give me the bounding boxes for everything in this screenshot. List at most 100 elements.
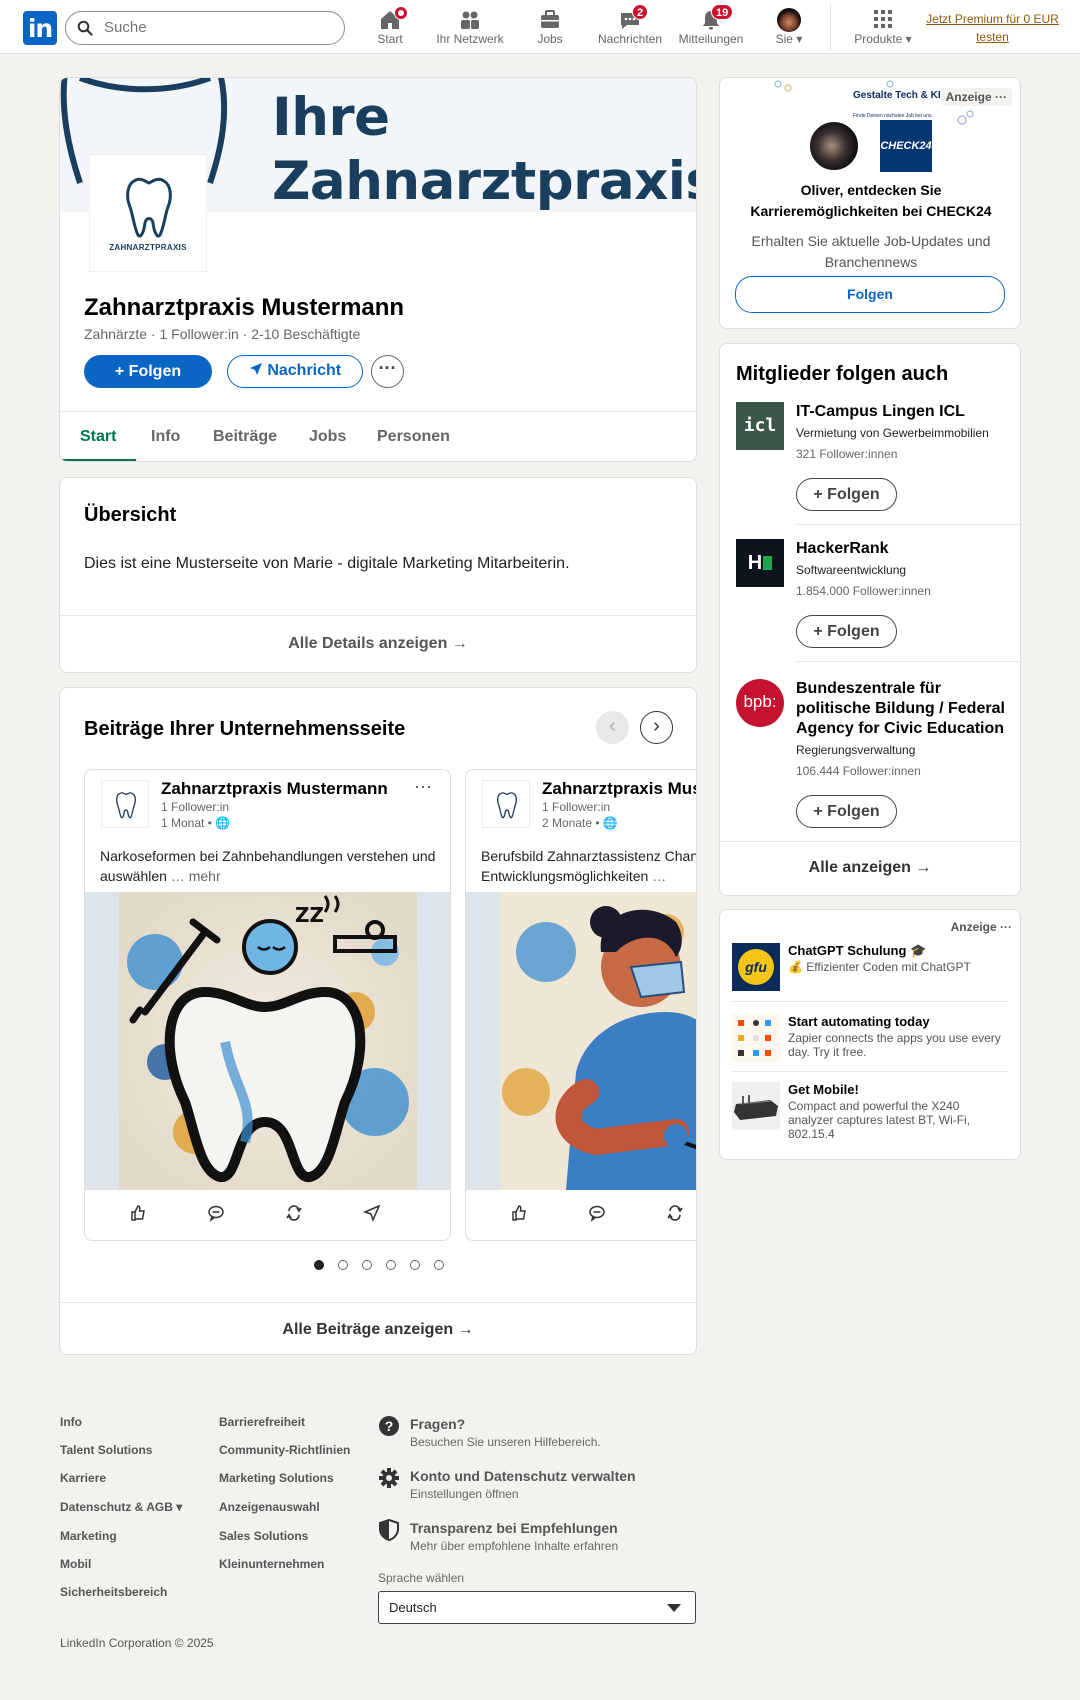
linkedin-logo[interactable]: in xyxy=(23,11,57,45)
copyright: LinkedIn Corporation © 2025 xyxy=(60,1636,214,1650)
footer-link[interactable]: Datenschutz & AGB xyxy=(60,1500,173,1514)
footer-link[interactable]: Kleinunternehmen xyxy=(219,1557,324,1571)
carousel-dot[interactable] xyxy=(434,1260,444,1270)
show-all-link[interactable]: Alle anzeigen → xyxy=(720,859,1020,877)
see-more-link[interactable]: … xyxy=(648,868,666,884)
footer-link[interactable]: Anzeigenauswahl xyxy=(219,1500,320,1514)
ellipsis-icon[interactable]: ··· xyxy=(1000,920,1012,934)
post-card[interactable]: Zahnarztpraxis Mustermann 1 Follower:in … xyxy=(465,769,696,1241)
search-bar[interactable] xyxy=(65,11,345,45)
banner-line-2: Zahnarztpraxis xyxy=(272,151,697,212)
nav-divider xyxy=(830,4,831,50)
globe-icon: 🌐 xyxy=(602,816,618,830)
help-title[interactable]: Konto und Datenschutz verwalten xyxy=(410,1468,636,1484)
like-icon[interactable] xyxy=(510,1204,528,1222)
company-industry: Vermietung von Gewerbeimmobilien xyxy=(796,426,989,440)
company-logo[interactable]: icl xyxy=(736,402,784,450)
footer-link[interactable]: Mobil xyxy=(60,1557,91,1571)
footer-link[interactable]: Karriere xyxy=(60,1471,106,1485)
nav-products[interactable]: Produkte ▾ xyxy=(845,6,921,50)
posts-card: Beiträge Ihrer Unternehmensseite ‹ › Zah… xyxy=(59,687,697,1355)
carousel-prev-button[interactable]: ‹ xyxy=(596,711,629,744)
page-tabs: Start Info Beiträge Jobs Personen xyxy=(60,411,696,461)
ad-headline: Oliver, entdecken Sie Karrieremöglichkei… xyxy=(750,182,992,219)
more-options-button[interactable]: ··· xyxy=(371,355,404,388)
premium-link[interactable]: Jetzt Premium für 0 EUR testen xyxy=(925,10,1060,46)
carousel-dot[interactable] xyxy=(362,1260,372,1270)
repost-icon[interactable] xyxy=(666,1204,684,1222)
nav-notifications[interactable]: 19 Mitteilungen xyxy=(673,4,749,50)
footer-link[interactable]: Talent Solutions xyxy=(60,1443,152,1457)
post-card[interactable]: Zahnarztpraxis Mustermann ··· 1 Follower… xyxy=(84,769,451,1241)
post-author[interactable]: Zahnarztpraxis Mustermann xyxy=(542,779,696,799)
footer-link[interactable]: Sales Solutions xyxy=(219,1529,308,1543)
search-input[interactable] xyxy=(104,19,334,36)
company-name[interactable]: HackerRank xyxy=(796,539,1011,559)
company-name[interactable]: IT-Campus Lingen ICL xyxy=(796,402,1011,422)
company-name[interactable]: Bundeszentrale für politische Bildung / … xyxy=(796,679,1011,739)
follow-button[interactable]: + Folgen xyxy=(84,355,212,388)
send-icon xyxy=(249,363,262,375)
posts-carousel: Zahnarztpraxis Mustermann ··· 1 Follower… xyxy=(84,769,696,1241)
tab-info[interactable]: Info xyxy=(151,428,180,446)
post-actions xyxy=(85,1190,450,1240)
ad-follow-button[interactable]: Folgen xyxy=(735,276,1005,313)
people-icon xyxy=(461,11,479,29)
nav-me[interactable]: Sie ▾ xyxy=(768,6,810,50)
footer-link[interactable]: Marketing xyxy=(60,1529,117,1543)
comment-icon[interactable] xyxy=(207,1204,225,1222)
ellipsis-icon[interactable]: ··· xyxy=(995,90,1007,104)
follow-button[interactable]: + Folgen xyxy=(796,795,897,828)
post-followers: 1 Follower:in xyxy=(542,800,611,814)
post-image[interactable] xyxy=(466,892,696,1190)
tab-start[interactable]: Start xyxy=(80,428,116,446)
tab-jobs[interactable]: Jobs xyxy=(309,428,346,446)
nav-messages[interactable]: 2 Nachrichten xyxy=(592,4,668,50)
post-time: 1 Monat • xyxy=(161,816,212,830)
divider xyxy=(60,1302,696,1303)
tab-posts[interactable]: Beiträge xyxy=(213,428,277,446)
company-logo[interactable]: ZAHNARZTPRAXIS xyxy=(89,154,207,272)
help-title[interactable]: Fragen? xyxy=(410,1416,465,1432)
tab-people[interactable]: Personen xyxy=(377,428,450,446)
post-menu-icon[interactable]: ··· xyxy=(414,776,432,797)
footer-link[interactable]: Marketing Solutions xyxy=(219,1471,334,1485)
message-button[interactable]: Nachricht xyxy=(227,355,363,388)
comment-icon[interactable] xyxy=(588,1204,606,1222)
overview-text: Dies ist eine Musterseite von Marie - di… xyxy=(84,555,570,572)
company-logo[interactable]: bpb: xyxy=(736,679,784,727)
analyzer-device-image xyxy=(732,1082,780,1130)
nav-network[interactable]: Ihr Netzwerk xyxy=(430,6,510,50)
post-image[interactable]: ZZ xyxy=(85,892,450,1190)
carousel-dot[interactable] xyxy=(314,1260,324,1270)
footer-link[interactable]: Barrierefreiheit xyxy=(219,1415,305,1429)
send-icon[interactable] xyxy=(363,1204,381,1222)
nav-home[interactable]: Start xyxy=(368,6,412,50)
follow-button-label: Folgen xyxy=(827,486,880,503)
follow-button[interactable]: + Folgen xyxy=(796,615,897,648)
check24-logo[interactable]: CHECK24 xyxy=(880,120,932,172)
show-all-details-link[interactable]: Alle Details anzeigen → xyxy=(60,635,696,653)
post-author[interactable]: Zahnarztpraxis Mustermann xyxy=(161,779,388,799)
carousel-next-button[interactable]: › xyxy=(640,711,673,744)
follow-button[interactable]: + Folgen xyxy=(796,478,897,511)
language-select[interactable]: Deutsch xyxy=(378,1591,696,1624)
repost-icon[interactable] xyxy=(285,1204,303,1222)
ad-title: Get Mobile! xyxy=(788,1082,859,1097)
see-more-link[interactable]: … mehr xyxy=(167,868,221,884)
nav-jobs[interactable]: Jobs xyxy=(530,6,570,50)
carousel-dot[interactable] xyxy=(386,1260,396,1270)
footer-link[interactable]: Sicherheitsbereich xyxy=(60,1585,167,1599)
follow-button-label: Folgen xyxy=(128,363,182,380)
help-title[interactable]: Transparenz bei Empfehlungen xyxy=(410,1520,618,1536)
carousel-dot[interactable] xyxy=(410,1260,420,1270)
show-all-posts-link[interactable]: Alle Beiträge anzeigen → xyxy=(60,1321,696,1339)
like-icon[interactable] xyxy=(129,1204,147,1222)
post-time: 2 Monate • xyxy=(542,816,600,830)
company-followers: 321 Follower:innen xyxy=(796,447,898,461)
footer-link[interactable]: Community-Richtlinien xyxy=(219,1443,350,1457)
carousel-dot[interactable] xyxy=(338,1260,348,1270)
company-logo[interactable]: H xyxy=(736,539,784,587)
post-actions xyxy=(466,1190,696,1240)
footer-link[interactable]: Info xyxy=(60,1415,82,1429)
